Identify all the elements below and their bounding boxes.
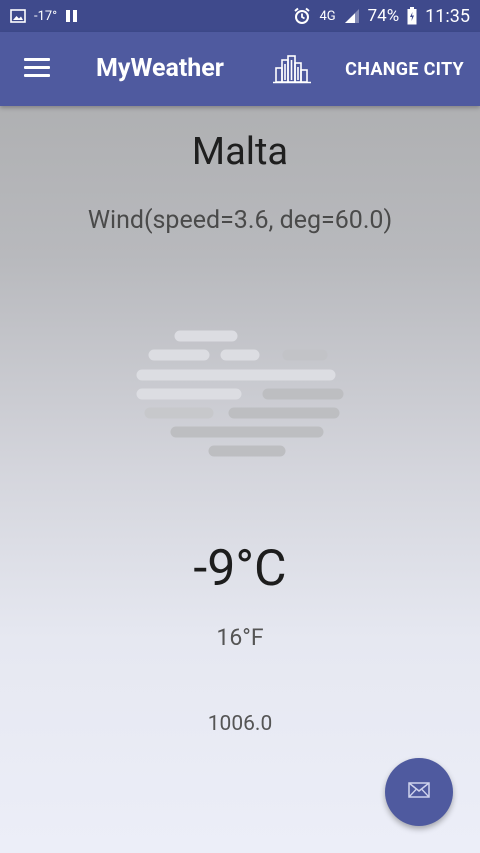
image-icon: [10, 9, 26, 23]
status-bar: -17° 4G 74% 11:35: [0, 0, 480, 32]
pressure-value: 1006.0: [207, 712, 273, 736]
app-title: MyWeather: [96, 54, 224, 83]
battery-percent: 74%: [367, 6, 400, 26]
menu-icon[interactable]: [24, 58, 50, 80]
mail-fab-button[interactable]: [385, 758, 453, 826]
network-type: 4G: [319, 8, 336, 24]
alarm-icon: [293, 7, 311, 25]
fog-icon: [132, 324, 348, 460]
status-right: 4G 74% 11:35: [293, 6, 470, 27]
pause-icon: [65, 10, 79, 22]
change-city-button[interactable]: CHANGE CITY: [345, 59, 464, 80]
signal-icon: [344, 8, 360, 24]
status-time: 11:35: [425, 5, 470, 27]
city-name: Malta: [191, 130, 289, 174]
temperature-celsius: -9°C: [193, 540, 287, 598]
wind-info: Wind(speed=3.6, deg=60.0): [87, 206, 393, 235]
mail-icon: [408, 782, 430, 802]
battery-icon: [407, 7, 417, 25]
city-chart-icon[interactable]: [272, 52, 312, 86]
status-temperature: -17°: [34, 8, 58, 24]
status-left: -17°: [10, 9, 79, 24]
app-bar: MyWeather CHANGE CITY: [0, 32, 480, 106]
temperature-fahrenheit: 16°F: [216, 624, 264, 651]
